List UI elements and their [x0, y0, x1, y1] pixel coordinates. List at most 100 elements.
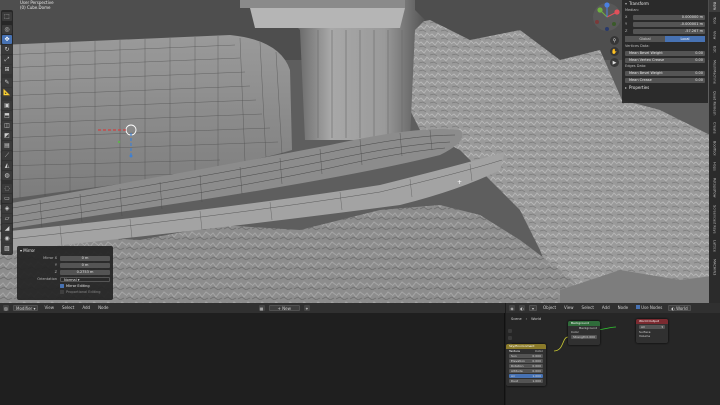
mirror-value-field[interactable]: 0.2753 m	[60, 269, 110, 275]
median-x-field[interactable]: 0.000000 m	[633, 14, 705, 20]
median-y-row: Y -0.000001 m	[625, 21, 705, 27]
tab-edit[interactable]: Edit	[709, 44, 720, 55]
texture-param-field[interactable]: Dust 1.000	[509, 379, 543, 383]
world-output-node[interactable]: World Output All ▾ Surface Volume	[636, 319, 668, 343]
measure-icon[interactable]: 📐	[2, 88, 12, 97]
pin-icon[interactable]: ⌖	[303, 305, 310, 311]
mirror-field-label: Y	[54, 263, 57, 267]
toolbar: ⬚ ◎ ✥ ↻ ⤢ ⊞ ✎ 📐 ▣ ⬒ ◫ ◩ ▤ ⟋ ◭ ◍ ◌ ▭ ◈ ▱ ◢ ◉ ▨	[1, 10, 13, 255]
edge-rows-field[interactable]: Mean Crease 0.00	[625, 77, 705, 83]
menu-select[interactable]: Select	[60, 305, 76, 311]
texture-param-field[interactable]: Elevation 0.000	[509, 359, 543, 363]
tab-item[interactable]: Item	[709, 0, 720, 12]
active-object-label: (0) Cube.Dome	[20, 5, 51, 10]
image-editor-header: ▨ Modifier ▾ View Select Add Node ▦ + Ne…	[0, 303, 505, 313]
texture-param-field[interactable]: Altitude 0.000	[509, 369, 543, 373]
smooth-icon[interactable]: ◌	[2, 184, 12, 193]
texture-param-field[interactable]: Rotation 0.000	[509, 364, 543, 368]
gizmo-x-axis[interactable]	[614, 9, 620, 15]
global-toggle[interactable]: Global	[625, 36, 665, 42]
tab-booltool[interactable]: BoolTool	[709, 139, 720, 157]
tab-view[interactable]: View	[709, 29, 720, 41]
shader-node-editor[interactable]: ◈ ◐ ▾ Object View Select Add Node Use No…	[506, 303, 720, 405]
edge-rows-field[interactable]: Mean Bevel Weight 0.00	[625, 70, 705, 76]
median-y-field[interactable]: -0.000001 m	[633, 21, 705, 27]
shrink-fatten-icon[interactable]: ◈	[2, 204, 12, 213]
navigation-gizmo[interactable]	[592, 2, 622, 32]
tab-retopoflow[interactable]: Retopoflow	[709, 176, 720, 200]
tab-hops[interactable]: Hops	[709, 160, 720, 173]
mode-dropdown[interactable]: Modifier ▾	[13, 305, 39, 311]
zoom-icon[interactable]: ⚲	[610, 36, 619, 45]
spin-icon[interactable]: ◍	[2, 171, 12, 180]
target-dropdown[interactable]: All ▾	[639, 325, 665, 329]
image-browse-icon[interactable]: ▦	[258, 305, 265, 311]
annotate-icon[interactable]: ✎	[2, 78, 12, 87]
rotate-icon[interactable]: ↻	[2, 45, 12, 54]
adjust-last-operation-panel: ▾ Mirror Mirror X0 mY0 m Z 0.2753 m Orient…	[17, 246, 113, 300]
knife-icon[interactable]: ⟋	[2, 151, 12, 160]
pan-hand-icon[interactable]: ✋	[610, 47, 619, 56]
move-icon[interactable]: ✥	[2, 35, 12, 44]
properties-section-header[interactable]: ▸ Properties	[625, 85, 705, 91]
new-image-button[interactable]: + New	[268, 305, 300, 311]
scale-icon[interactable]: ⤢	[2, 55, 12, 64]
tab-lattice[interactable]: Lattice	[709, 238, 720, 254]
median-z-field[interactable]: -57.267 m	[633, 28, 705, 34]
texture-param-field[interactable]: Sun 0.000	[509, 354, 543, 358]
camera-view-icon[interactable]: ▶	[610, 58, 619, 67]
sidebar-n-panel: ▾ Transform Median: X 0.000000 m Y -0.000001…	[622, 0, 708, 103]
mirror-value-field[interactable]: 0 m	[60, 255, 110, 261]
vertex-rows-field[interactable]: Mean Vertex Crease 0.00	[625, 57, 705, 63]
inset-icon[interactable]: ◫	[2, 121, 12, 130]
menu-view[interactable]: View	[42, 305, 56, 311]
mirror-field-label: Z	[54, 270, 57, 274]
editor-type-icon[interactable]: ▨	[3, 305, 9, 311]
orientation-label: Orientation	[37, 277, 57, 281]
background-node[interactable]: Background Background Color Strength 0.00…	[568, 321, 600, 345]
rip-icon[interactable]: ◢	[2, 224, 12, 233]
proportional-editing-checkbox[interactable]: Proportional Editing	[60, 289, 110, 295]
sidebar-tabs: Item Tool View Edit MeshMachine Quad Remesh Cr…	[709, 0, 720, 303]
mirror-value-field[interactable]: 0 m	[60, 262, 110, 268]
select-circle-icon[interactable]: ◉	[2, 234, 12, 243]
gizmo-y-axis[interactable]	[597, 7, 603, 13]
tab-meshmachine[interactable]: MeshMachine	[709, 58, 720, 86]
tab-screencast-keys[interactable]: Screencast Keys	[709, 203, 720, 236]
menu-node[interactable]: Node	[96, 305, 110, 311]
space-toggle[interactable]: Global Local	[625, 36, 705, 42]
operator-title[interactable]: ▾ Mirror	[20, 248, 110, 254]
edge-slide-icon[interactable]: ▭	[2, 194, 12, 203]
add-cube-icon[interactable]: ▣	[2, 101, 12, 110]
svg-text:+: +	[457, 179, 462, 186]
vertex-rows-field[interactable]: Mean Bevel Weight 0.00	[625, 50, 705, 56]
transform-section-header[interactable]: ▾ Transform	[625, 1, 705, 7]
menu-add[interactable]: Add	[80, 305, 92, 311]
cursor-icon[interactable]: ◎	[2, 25, 12, 34]
tab-quad-remesh[interactable]: Quad Remesh	[709, 89, 720, 118]
texture-param-field[interactable]: Air 1.000	[509, 374, 543, 378]
image-editor[interactable]: ▨ Modifier ▾ View Select Add Node ▦ + Ne…	[0, 303, 505, 405]
sky-texture-node[interactable]: Sky/Environment Texture Color Sun 0.000 El…	[506, 344, 546, 386]
poly-build-icon[interactable]: ◭	[2, 161, 12, 170]
checkbox-checked-icon	[60, 284, 64, 288]
select-box-icon[interactable]: ⬚	[2, 12, 12, 21]
local-toggle[interactable]: Local	[665, 36, 705, 42]
bevel-icon[interactable]: ◩	[2, 131, 12, 140]
orientation-dropdown[interactable]: Normal ▾	[60, 276, 110, 282]
mirror-field-label: Mirror X	[43, 256, 57, 260]
extrude-icon[interactable]: ⬒	[2, 111, 12, 120]
tab-machin3[interactable]: MACHIN3	[709, 257, 720, 277]
gizmo-z-axis[interactable]	[604, 2, 610, 8]
median-z-row: Z -57.267 m	[625, 28, 705, 34]
strength-field[interactable]: Strength 0.000	[571, 335, 597, 339]
median-x-row: X 0.000000 m	[625, 14, 705, 20]
transform-icon[interactable]: ⊞	[2, 65, 12, 74]
shear-icon[interactable]: ▱	[2, 214, 12, 223]
tab-tool[interactable]: Tool	[709, 15, 720, 26]
vertex-data-label: Vertices Data:	[625, 44, 650, 48]
loop-cut-icon[interactable]: ▤	[2, 141, 12, 150]
tab-create[interactable]: Create	[709, 120, 720, 136]
image-icon[interactable]: ▨	[2, 244, 12, 253]
3d-viewport[interactable]: + User Perspective (0) Cube.Dome ⬚ ◎ ✥ ↻ ⤢ ⊞ ✎…	[0, 0, 720, 303]
